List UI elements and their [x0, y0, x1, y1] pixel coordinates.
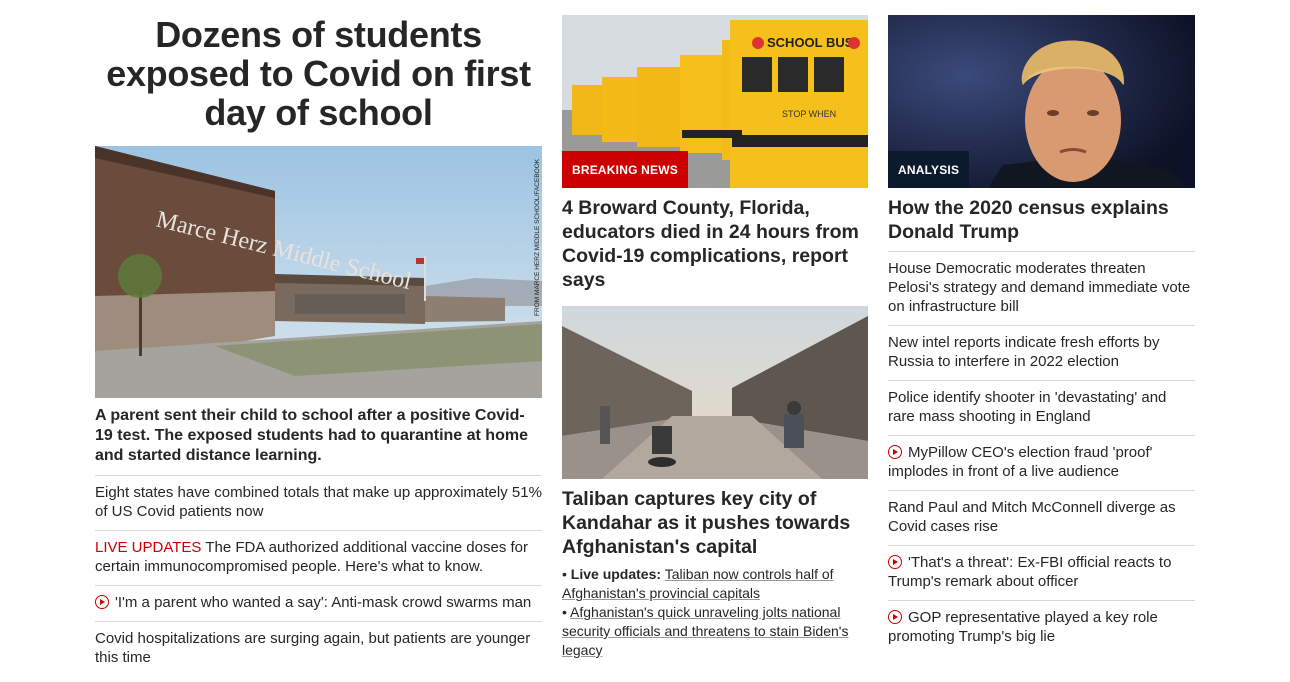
list-item[interactable]: New intel reports indicate fresh efforts…: [888, 325, 1195, 380]
list-item[interactable]: Covid hospitalizations are surging again…: [95, 621, 542, 676]
live-updates-bold: Live updates:: [570, 566, 662, 582]
right-column: ANALYSIS How the 2020 census explains Do…: [888, 0, 1195, 655]
lead-column: Dozens of students exposed to Covid on f…: [95, 0, 542, 676]
taliban-headline[interactable]: Taliban captures key city of Kandahar as…: [562, 487, 868, 559]
list-item[interactable]: 'That's a threat': Ex-FBI official react…: [888, 545, 1195, 600]
school-bus-sign: SCHOOL BUS: [767, 35, 854, 50]
video-play-icon: [888, 555, 902, 569]
census-headline[interactable]: How the 2020 census explains Donald Trum…: [888, 196, 1195, 244]
broward-headline[interactable]: 4 Broward County, Florida, educators die…: [562, 196, 868, 292]
video-play-icon: [95, 595, 109, 609]
live-updates-label: LIVE UPDATES: [95, 539, 202, 556]
list-item[interactable]: 'I'm a parent who wanted a say': Anti-ma…: [95, 585, 542, 621]
list-item[interactable]: MyPillow CEO's election fraud 'proof' im…: [888, 435, 1195, 490]
stop-when-sign: STOP WHEN: [782, 109, 836, 119]
lead-headline[interactable]: Dozens of students exposed to Covid on f…: [95, 15, 542, 132]
list-item[interactable]: Rand Paul and Mitch McConnell diverge as…: [888, 490, 1195, 545]
lead-image-school[interactable]: Marce Herz Middle School FROM MARCE HERZ…: [95, 146, 542, 398]
taliban-bullets: • Live updates: Taliban now controls hal…: [562, 565, 868, 660]
bullet-item[interactable]: • Afghanistan's quick unraveling jolts n…: [562, 603, 868, 660]
list-item[interactable]: LIVE UPDATES The FDA authorized addition…: [95, 530, 542, 585]
breaking-news-badge: BREAKING NEWS: [562, 151, 688, 188]
school-bus-image[interactable]: SCHOOL BUS STOP WHEN BREAKING NEWS: [562, 15, 868, 188]
trump-image[interactable]: ANALYSIS: [888, 15, 1195, 188]
lead-summary[interactable]: A parent sent their child to school afte…: [95, 406, 542, 466]
list-item[interactable]: Police identify shooter in 'devastating'…: [888, 380, 1195, 435]
list-item[interactable]: House Democratic moderates threaten Pelo…: [888, 251, 1195, 325]
list-item[interactable]: Eight states have combined totals that m…: [95, 475, 542, 530]
right-list: House Democratic moderates threaten Pelo…: [888, 251, 1195, 655]
analysis-badge: ANALYSIS: [888, 151, 970, 188]
video-play-icon: [888, 610, 902, 624]
list-item[interactable]: GOP representative played a key role pro…: [888, 600, 1195, 655]
image-credit: FROM MARCE HERZ MIDDLE SCHOOL/FACEBOOK: [534, 158, 541, 316]
bullet-item[interactable]: • Live updates: Taliban now controls hal…: [562, 565, 868, 603]
video-play-icon: [888, 445, 902, 459]
lead-related-list: Eight states have combined totals that m…: [95, 475, 542, 676]
kandahar-street-image[interactable]: [562, 306, 868, 479]
middle-column: SCHOOL BUS STOP WHEN BREAKING NEWS 4 Bro…: [562, 0, 868, 660]
